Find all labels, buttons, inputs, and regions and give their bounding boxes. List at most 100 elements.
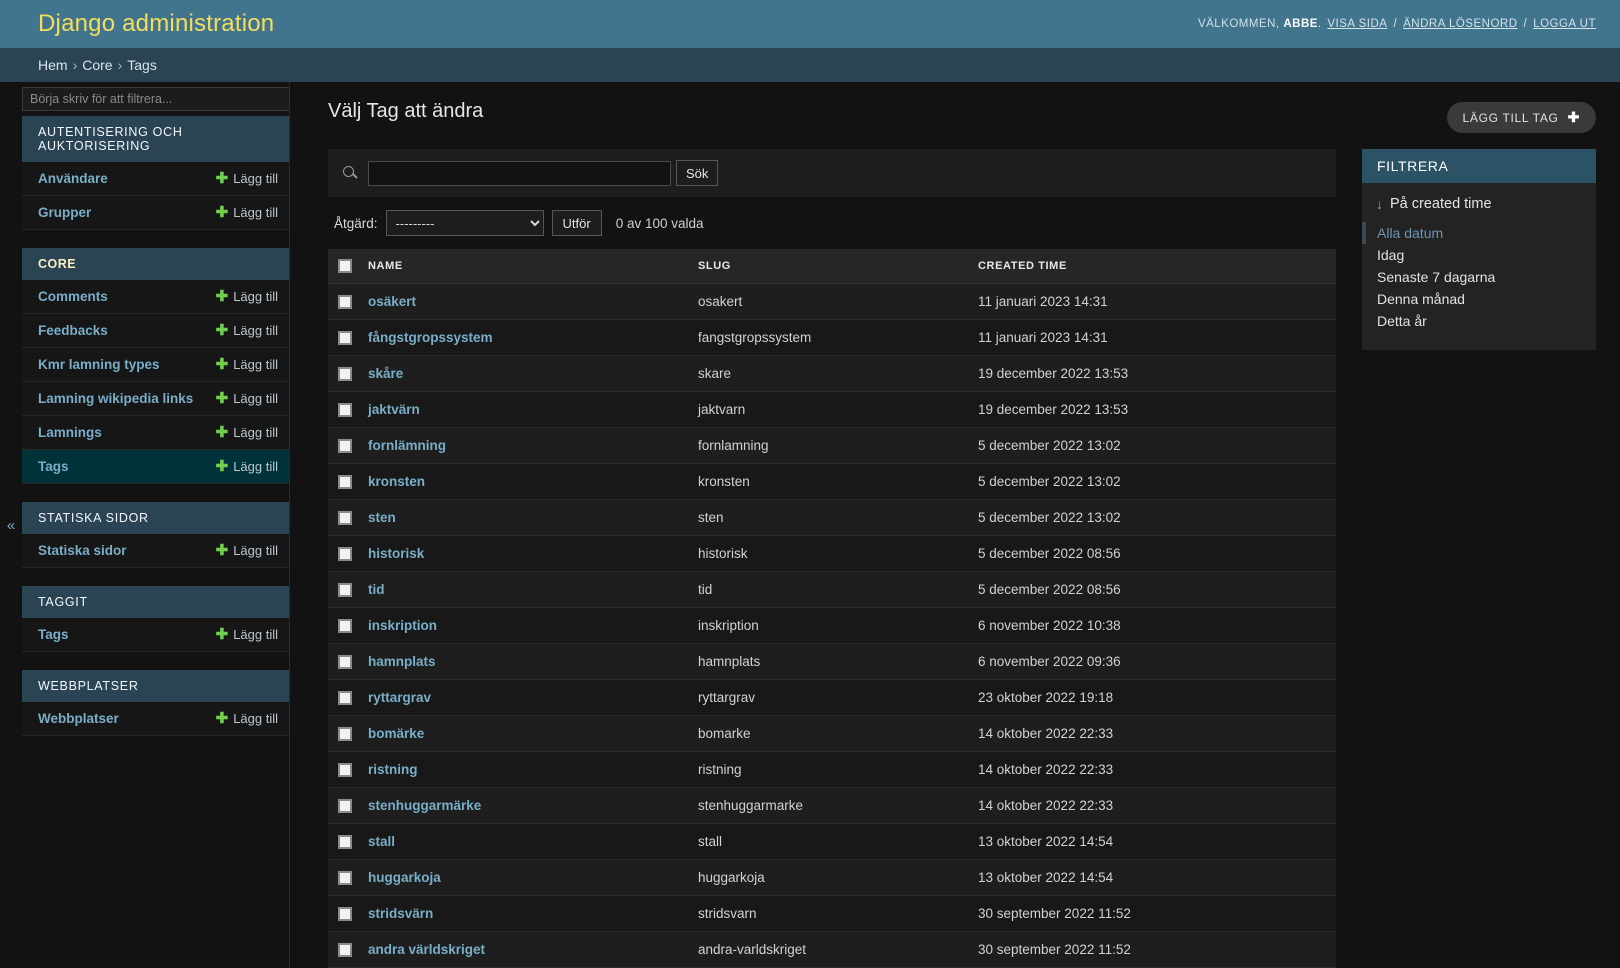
sidebar-add-link[interactable]: ✚Lägg till xyxy=(216,425,278,440)
sidebar-item-label[interactable]: Lamning wikipedia links xyxy=(38,391,193,406)
row-checkbox[interactable] xyxy=(338,727,352,741)
sidebar-section-caption[interactable]: WEBBPLATSER xyxy=(22,670,290,702)
row-checkbox[interactable] xyxy=(338,691,352,705)
sidebar-item-grupper[interactable]: Grupper✚Lägg till xyxy=(22,196,290,230)
row-checkbox[interactable] xyxy=(338,835,352,849)
sidebar-collapse-toggle[interactable]: « xyxy=(0,82,22,968)
sidebar-add-link[interactable]: ✚Lägg till xyxy=(216,627,278,642)
row-checkbox[interactable] xyxy=(338,907,352,921)
sidebar-item-label[interactable]: Feedbacks xyxy=(38,323,108,338)
filter-option-label[interactable]: Senaste 7 dagarna xyxy=(1377,269,1495,285)
filter-option-label[interactable]: Detta år xyxy=(1377,313,1427,329)
filter-option[interactable]: Senaste 7 dagarna xyxy=(1362,266,1596,288)
tag-name-link[interactable]: hamnplats xyxy=(368,654,436,669)
sidebar-item-label[interactable]: Webbplatser xyxy=(38,711,119,726)
table-row[interactable]: andra världskrigetandra-varldskriget30 s… xyxy=(328,932,1336,968)
select-all-checkbox[interactable] xyxy=(338,259,352,273)
row-checkbox[interactable] xyxy=(338,511,352,525)
filter-option[interactable]: Idag xyxy=(1362,244,1596,266)
table-row[interactable]: inskriptioninskription6 november 2022 10… xyxy=(328,608,1336,644)
filter-option-label[interactable]: Denna månad xyxy=(1377,291,1465,307)
filter-option-label[interactable]: Alla datum xyxy=(1377,225,1443,241)
breadcrumb-home[interactable]: Hem xyxy=(38,57,68,73)
table-row[interactable]: ristningristning14 oktober 2022 22:33 xyxy=(328,752,1336,788)
sidebar-item-lamnings[interactable]: Lamnings✚Lägg till xyxy=(22,416,290,450)
table-row[interactable]: jaktvärnjaktvarn19 december 2022 13:53 xyxy=(328,392,1336,428)
sidebar-item-label[interactable]: Tags xyxy=(38,627,69,642)
sidebar-section-caption[interactable]: TAGGIT xyxy=(22,586,290,618)
sidebar-item-label[interactable]: Användare xyxy=(38,171,108,186)
tag-name-link[interactable]: osäkert xyxy=(368,294,416,309)
table-row[interactable]: ryttargravryttargrav23 oktober 2022 19:1… xyxy=(328,680,1336,716)
sidebar-item-comments[interactable]: Comments ✚Lägg till xyxy=(22,280,290,314)
row-checkbox[interactable] xyxy=(338,331,352,345)
row-checkbox[interactable] xyxy=(338,943,352,957)
row-checkbox[interactable] xyxy=(338,871,352,885)
row-checkbox[interactable] xyxy=(338,583,352,597)
sidebar-item-feedbacks[interactable]: Feedbacks✚Lägg till xyxy=(22,314,290,348)
row-checkbox[interactable] xyxy=(338,475,352,489)
sidebar-item-label[interactable]: Statiska sidor xyxy=(38,543,127,558)
sidebar-add-link[interactable]: ✚Lägg till xyxy=(216,391,278,406)
sidebar-section-caption[interactable]: STATISKA SIDOR xyxy=(22,502,290,534)
sidebar-item-kmr-lamning-types[interactable]: Kmr lamning types ✚Lägg till xyxy=(22,348,290,382)
column-header-name[interactable]: NAME xyxy=(360,249,690,284)
tag-name-link[interactable]: jaktvärn xyxy=(368,402,420,417)
sidebar-item-label[interactable]: Tags xyxy=(38,459,69,474)
tag-name-link[interactable]: ryttargrav xyxy=(368,690,431,705)
filter-option[interactable]: Detta år xyxy=(1362,310,1596,332)
tag-name-link[interactable]: stenhuggarmärke xyxy=(368,798,481,813)
row-checkbox[interactable] xyxy=(338,439,352,453)
table-row[interactable]: tidtid5 december 2022 08:56 xyxy=(328,572,1336,608)
table-row[interactable]: stallstall13 oktober 2022 14:54 xyxy=(328,824,1336,860)
row-checkbox[interactable] xyxy=(338,619,352,633)
row-checkbox[interactable] xyxy=(338,295,352,309)
tag-name-link[interactable]: fornlämning xyxy=(368,438,446,453)
breadcrumb-core[interactable]: Core xyxy=(82,57,112,73)
table-row[interactable]: hamnplatshamnplats6 november 2022 09:36 xyxy=(328,644,1336,680)
nav-filter-input[interactable] xyxy=(22,87,290,111)
tag-name-link[interactable]: inskription xyxy=(368,618,437,633)
change-password-link[interactable]: ÄNDRA LÖSENORD xyxy=(1403,18,1517,30)
sidebar-item-label[interactable]: Comments xyxy=(38,289,108,304)
tag-name-link[interactable]: kronsten xyxy=(368,474,425,489)
sidebar-item-webbplatser[interactable]: Webbplatser ✚Lägg till xyxy=(22,702,290,736)
table-row[interactable]: historiskhistorisk5 december 2022 08:56 xyxy=(328,536,1336,572)
tag-name-link[interactable]: historisk xyxy=(368,546,424,561)
table-row[interactable]: kronstenkronsten5 december 2022 13:02 xyxy=(328,464,1336,500)
tag-name-link[interactable]: andra världskriget xyxy=(368,942,485,957)
sidebar-item-användare[interactable]: Användare ✚Lägg till xyxy=(22,162,290,196)
table-row[interactable]: fångstgropssystemfangstgropssystem11 jan… xyxy=(328,320,1336,356)
table-row[interactable]: fornlämningfornlamning5 december 2022 13… xyxy=(328,428,1336,464)
sidebar-add-link[interactable]: ✚Lägg till xyxy=(216,171,278,186)
add-tag-button[interactable]: LÄGG TILL TAG ✚ xyxy=(1447,102,1596,133)
sidebar-item-tags[interactable]: Tags ✚Lägg till xyxy=(22,618,290,652)
table-row[interactable]: stridsvärnstridsvarn30 september 2022 11… xyxy=(328,896,1336,932)
sidebar-add-link[interactable]: ✚Lägg till xyxy=(216,289,278,304)
table-row[interactable]: bomärkebomarke14 oktober 2022 22:33 xyxy=(328,716,1336,752)
row-checkbox[interactable] xyxy=(338,763,352,777)
sidebar-item-statiska-sidor[interactable]: Statiska sidor✚Lägg till xyxy=(22,534,290,568)
tag-name-link[interactable]: ristning xyxy=(368,762,418,777)
table-row[interactable]: stenhuggarmärkestenhuggarmarke14 oktober… xyxy=(328,788,1336,824)
sidebar-add-link[interactable]: ✚Lägg till xyxy=(216,357,278,372)
row-checkbox[interactable] xyxy=(338,799,352,813)
sidebar-section-caption[interactable]: CORE xyxy=(22,248,290,280)
row-checkbox[interactable] xyxy=(338,403,352,417)
sidebar-add-link[interactable]: ✚Lägg till xyxy=(216,711,278,726)
tag-name-link[interactable]: sten xyxy=(368,510,396,525)
filter-option[interactable]: Denna månad xyxy=(1362,288,1596,310)
sidebar-item-label[interactable]: Kmr lamning types xyxy=(38,357,160,372)
table-row[interactable]: huggarkojahuggarkoja13 oktober 2022 14:5… xyxy=(328,860,1336,896)
tag-name-link[interactable]: stridsvärn xyxy=(368,906,433,921)
row-checkbox[interactable] xyxy=(338,655,352,669)
sidebar-item-lamning-wikipedia-links[interactable]: Lamning wikipedia links ✚Lägg till xyxy=(22,382,290,416)
table-row[interactable]: osäkertosakert11 januari 2023 14:31 xyxy=(328,284,1336,320)
filter-option[interactable]: Alla datum xyxy=(1362,222,1596,244)
row-checkbox[interactable] xyxy=(338,547,352,561)
search-submit-button[interactable]: Sök xyxy=(676,160,718,186)
tag-name-link[interactable]: huggarkoja xyxy=(368,870,441,885)
tag-name-link[interactable]: tid xyxy=(368,582,385,597)
logout-link[interactable]: LOGGA UT xyxy=(1533,18,1596,30)
tag-name-link[interactable]: stall xyxy=(368,834,395,849)
